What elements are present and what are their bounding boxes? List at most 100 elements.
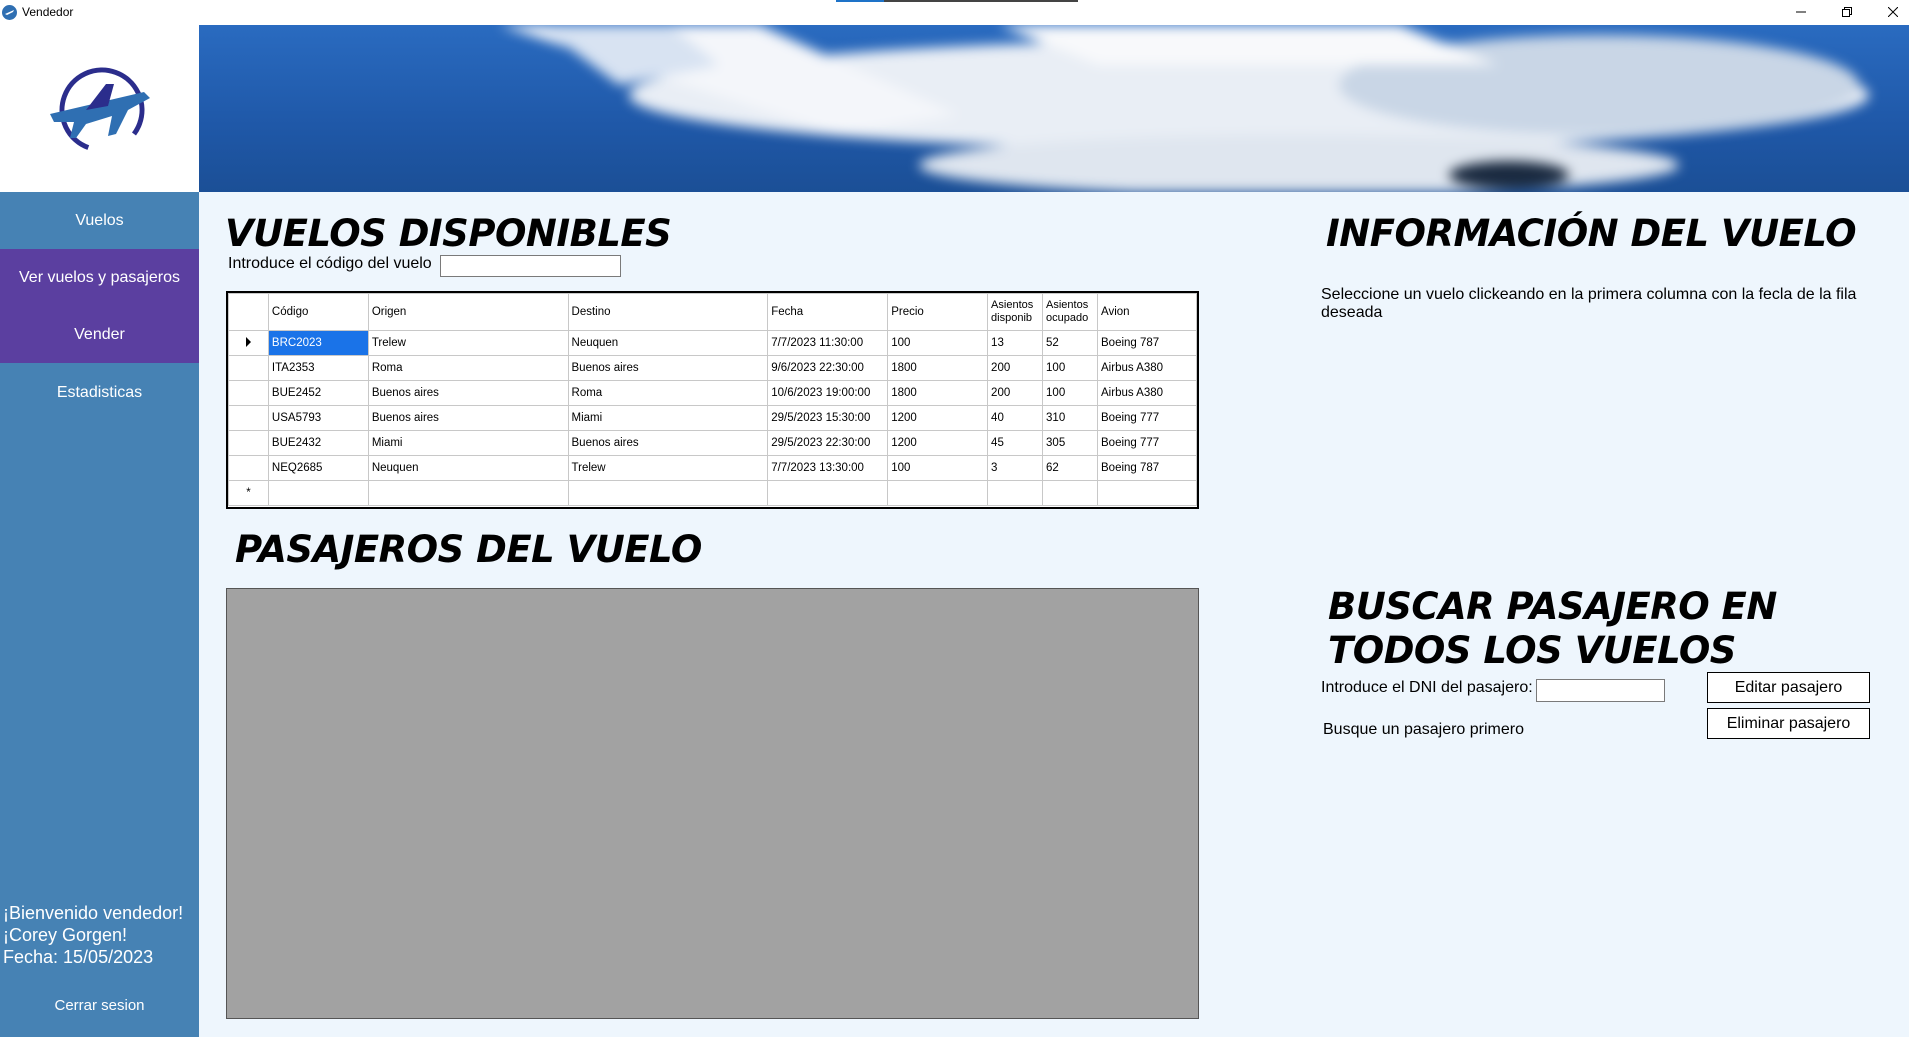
table-cell[interactable]: 7/7/2023 13:30:00 (767, 455, 889, 481)
table-cell[interactable]: 310 (1042, 405, 1099, 431)
sidebar-item-ver-vuelos-pasajeros[interactable]: Ver vuelos y pasajeros (0, 249, 199, 306)
table-cell[interactable] (887, 480, 989, 506)
table-cell[interactable]: ITA2353 (267, 355, 369, 381)
logout-button[interactable]: Cerrar sesion (0, 997, 199, 1014)
delete-passenger-button[interactable]: Eliminar pasajero (1707, 708, 1870, 739)
table-cell[interactable]: Airbus A380 (1097, 355, 1197, 381)
table-cell[interactable] (567, 480, 769, 506)
dni-input[interactable] (1536, 679, 1665, 702)
sidebar-item-vuelos[interactable]: Vuelos (0, 192, 199, 249)
minimize-button[interactable] (1778, 0, 1824, 24)
table-cell[interactable]: 200 (987, 380, 1044, 406)
table-cell[interactable]: 100 (887, 455, 989, 481)
column-header[interactable]: Código (267, 293, 369, 331)
restore-button[interactable] (1824, 0, 1870, 24)
table-cell[interactable]: Neuquen (367, 455, 569, 481)
table-cell[interactable] (267, 480, 369, 506)
table-cell[interactable] (987, 480, 1044, 506)
table-cell[interactable]: 1200 (887, 430, 989, 456)
table-cell[interactable]: Neuquen (567, 330, 769, 356)
table-cell[interactable]: NEQ2685 (267, 455, 369, 481)
table-row[interactable]: ITA2353 Roma Buenos aires 9/6/2023 22:30:00… (228, 355, 1197, 381)
table-cell[interactable] (367, 480, 569, 506)
search-hint-text: Busque un pasajero primero (1323, 721, 1525, 738)
column-header[interactable]: Asientos disponib (987, 293, 1044, 331)
table-cell[interactable]: 52 (1042, 330, 1099, 356)
table-cell[interactable]: BUE2432 (267, 430, 369, 456)
passengers-grid[interactable] (226, 588, 1199, 1019)
table-cell[interactable]: Roma (567, 380, 769, 406)
new-table-row[interactable]: * (228, 480, 1197, 506)
table-cell[interactable]: 40 (987, 405, 1044, 431)
table-cell[interactable]: Buenos aires (367, 405, 569, 431)
table-cell[interactable]: 9/6/2023 22:30:00 (767, 355, 889, 381)
table-cell[interactable]: Buenos aires (367, 380, 569, 406)
close-button[interactable] (1870, 0, 1909, 24)
table-cell[interactable]: BRC2023 (267, 330, 369, 356)
table-cell[interactable]: 305 (1042, 430, 1099, 456)
table-cell[interactable] (767, 480, 889, 506)
table-cell[interactable]: 1800 (887, 380, 989, 406)
flight-info-text: Seleccione un vuelo clickeando en la pri… (1321, 286, 1857, 321)
table-cell[interactable]: 62 (1042, 455, 1099, 481)
flight-code-input[interactable] (440, 255, 621, 277)
sidebar-item-vender[interactable]: Vender (0, 306, 199, 363)
edit-passenger-button[interactable]: Editar pasajero (1707, 672, 1870, 703)
table-cell[interactable]: 1800 (887, 355, 989, 381)
row-header[interactable] (228, 330, 269, 356)
table-cell[interactable]: Buenos aires (567, 355, 769, 381)
table-cell[interactable]: 200 (987, 355, 1044, 381)
table-row[interactable]: BRC2023 Trelew Neuquen 7/7/2023 11:30:00 100… (228, 330, 1197, 356)
table-cell[interactable] (1097, 480, 1197, 506)
table-cell[interactable]: 100 (1042, 380, 1099, 406)
table-row[interactable]: NEQ2685 Neuquen Trelew 7/7/2023 13:30:00 100… (228, 455, 1197, 481)
table-cell[interactable]: 1200 (887, 405, 989, 431)
flight-info-heading: INFORMACIÓN DEL VUELO (1326, 212, 1857, 255)
column-header[interactable]: Destino (567, 293, 769, 331)
table-cell[interactable]: Buenos aires (567, 430, 769, 456)
table-cell[interactable]: BUE2452 (267, 380, 369, 406)
table-row[interactable]: BUE2452 Buenos aires Roma 10/6/2023 19:00:0… (228, 380, 1197, 406)
new-row-marker: * (228, 480, 269, 506)
flights-grid[interactable]: Código Origen Destino Fecha Precio Asien… (226, 291, 1199, 509)
row-header[interactable] (228, 430, 269, 456)
table-cell[interactable] (1042, 480, 1099, 506)
table-cell[interactable]: Roma (367, 355, 569, 381)
table-row[interactable]: USA5793 Buenos aires Miami 29/5/2023 15:30:… (228, 405, 1197, 431)
column-header[interactable]: Origen (367, 293, 569, 331)
table-cell[interactable]: 29/5/2023 15:30:00 (767, 405, 889, 431)
sidebar-item-estadisticas[interactable]: Estadisticas (0, 364, 199, 421)
row-header[interactable] (228, 380, 269, 406)
table-cell[interactable]: 29/5/2023 22:30:00 (767, 430, 889, 456)
table-cell[interactable]: Miami (367, 430, 569, 456)
table-cell[interactable]: 13 (987, 330, 1044, 356)
table-cell[interactable]: 100 (887, 330, 989, 356)
row-header[interactable] (228, 355, 269, 381)
table-cell[interactable]: 45 (987, 430, 1044, 456)
table-cell[interactable]: Trelew (567, 455, 769, 481)
table-cell[interactable]: 7/7/2023 11:30:00 (767, 330, 889, 356)
table-cell[interactable]: Boeing 787 (1097, 330, 1197, 356)
row-header[interactable] (228, 455, 269, 481)
table-cell[interactable]: USA5793 (267, 405, 369, 431)
column-header[interactable]: Avion (1097, 293, 1197, 331)
welcome-greeting: ¡Bienvenido vendedor! (3, 903, 184, 923)
row-header[interactable] (228, 405, 269, 431)
table-row[interactable]: BUE2432 Miami Buenos aires 29/5/2023 22:30:… (228, 430, 1197, 456)
table-cell[interactable]: Boeing 777 (1097, 405, 1197, 431)
column-header[interactable]: Fecha (767, 293, 889, 331)
airplane-logo-icon (50, 67, 150, 153)
table-cell[interactable]: 10/6/2023 19:00:00 (767, 380, 889, 406)
welcome-message: ¡Bienvenido vendedor! ¡Corey Gorgen! Fec… (3, 902, 183, 968)
table-cell[interactable]: 100 (1042, 355, 1099, 381)
column-header[interactable]: Asientos ocupado (1042, 293, 1099, 331)
table-cell[interactable]: Boeing 787 (1097, 455, 1197, 481)
table-cell[interactable]: Miami (567, 405, 769, 431)
table-cell[interactable]: Boeing 777 (1097, 430, 1197, 456)
table-cell[interactable]: Airbus A380 (1097, 380, 1197, 406)
table-cell[interactable]: 3 (987, 455, 1044, 481)
table-cell[interactable]: Trelew (367, 330, 569, 356)
flight-code-label: Introduce el código del vuelo (228, 255, 432, 272)
column-header[interactable]: Precio (887, 293, 989, 331)
passengers-heading: PASAJEROS DEL VUELO (235, 528, 702, 571)
